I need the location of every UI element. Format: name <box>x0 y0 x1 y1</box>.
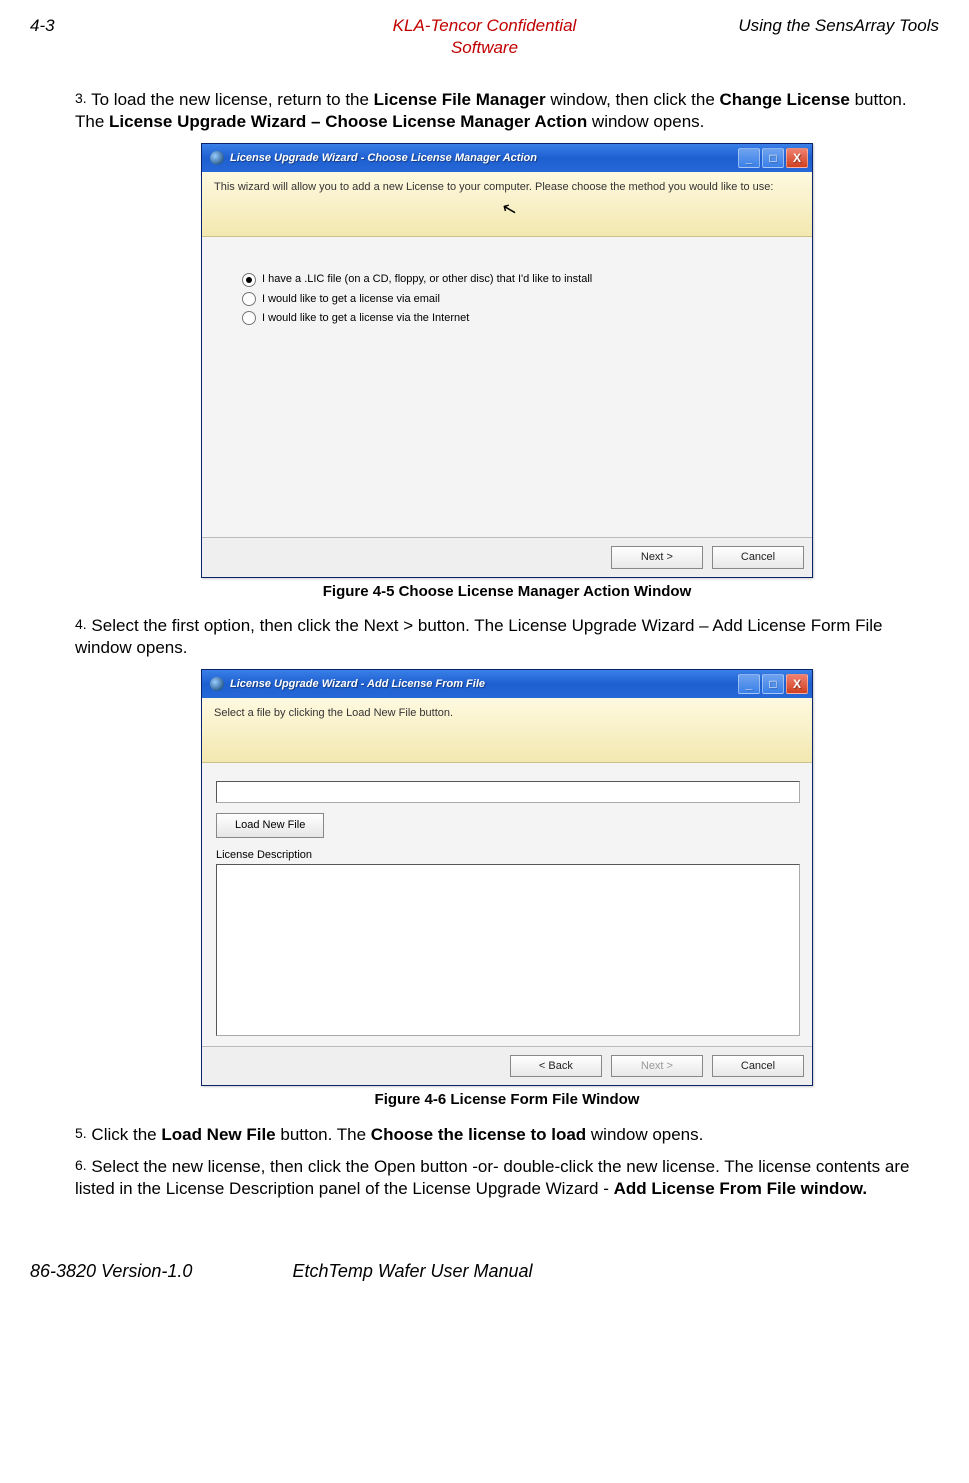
cancel-button[interactable]: Cancel <box>712 1055 804 1077</box>
header-center-1: KLA-Tencor Confidential <box>393 16 577 35</box>
banner-text: This wizard will allow you to add a new … <box>214 181 773 193</box>
titlebar[interactable]: License Upgrade Wizard - Add License Fro… <box>202 670 812 698</box>
step-5: 5. Click the Load New File button. The C… <box>75 1124 939 1146</box>
wizard-body: Load New File License Description <box>202 763 812 1046</box>
option-lic-file[interactable]: I have a .LIC file (on a CD, floppy, or … <box>242 272 772 286</box>
footer-center: EtchTemp Wafer User Manual <box>292 1260 532 1283</box>
radio-icon[interactable] <box>242 311 256 325</box>
load-new-file-button[interactable]: Load New File <box>216 813 324 837</box>
figure-4-5-caption: Figure 4-5 Choose License Manager Action… <box>75 582 939 602</box>
step-6-num: 6. <box>75 1157 87 1173</box>
radio-icon[interactable] <box>242 273 256 287</box>
minimize-button[interactable]: _ <box>738 148 760 168</box>
header-center: KLA-Tencor Confidential Software <box>333 15 636 59</box>
app-icon <box>210 677 224 691</box>
back-button[interactable]: < Back <box>510 1055 602 1077</box>
cancel-button[interactable]: Cancel <box>712 546 804 568</box>
step-3-text: To load the new license, return to the L… <box>75 90 907 131</box>
t: Click the <box>91 1125 161 1144</box>
footer-left: 86-3820 Version-1.0 <box>30 1260 192 1283</box>
radio-icon[interactable] <box>242 292 256 306</box>
t: window opens. <box>586 1125 703 1144</box>
step-3-num: 3. <box>75 90 87 106</box>
t: Choose the license to load <box>371 1125 586 1144</box>
page-footer: 86-3820 Version-1.0 EtchTemp Wafer User … <box>30 1260 939 1283</box>
header-center-2: Software <box>451 38 518 57</box>
window-title: License Upgrade Wizard - Add License Fro… <box>230 677 738 691</box>
dialog-choose-action: License Upgrade Wizard - Choose License … <box>201 143 813 577</box>
wizard-banner: This wizard will allow you to add a new … <box>202 172 812 237</box>
maximize-button[interactable]: □ <box>762 148 784 168</box>
license-description-label: License Description <box>216 848 798 862</box>
figure-4-6-caption: Figure 4-6 License Form File Window <box>75 1090 939 1110</box>
next-button[interactable]: Next > <box>611 546 703 568</box>
step-4-text: Select the first option, then click the … <box>75 616 883 657</box>
cursor-icon: ↖ <box>499 197 520 224</box>
maximize-button[interactable]: □ <box>762 674 784 694</box>
step-6-text: Select the new license, then click the O… <box>75 1157 909 1198</box>
step-6: 6. Select the new license, then click th… <box>75 1156 939 1200</box>
step-5-num: 5. <box>75 1125 87 1141</box>
window-title: License Upgrade Wizard - Choose License … <box>230 151 738 165</box>
option-internet[interactable]: I would like to get a license via the In… <box>242 311 772 325</box>
step-4-num: 4. <box>75 616 87 632</box>
t: window, then click the <box>546 90 720 109</box>
option-email[interactable]: I would like to get a license via email <box>242 292 772 306</box>
t: To load the new license, return to the <box>91 90 374 109</box>
option-label: I would like to get a license via the In… <box>262 311 469 325</box>
header-right: Using the SensArray Tools <box>636 15 939 37</box>
t: License Upgrade Wizard – Choose License … <box>109 112 587 131</box>
page-header: 4-3 KLA-Tencor Confidential Software Usi… <box>30 15 939 59</box>
button-bar: Next > Cancel <box>202 537 812 576</box>
option-label: I would like to get a license via email <box>262 292 440 306</box>
banner-text: Select a file by clicking the Load New F… <box>214 707 453 719</box>
close-button[interactable]: X <box>786 148 808 168</box>
button-bar: < Back Next > Cancel <box>202 1046 812 1085</box>
t: button. The <box>276 1125 371 1144</box>
file-path-field[interactable] <box>216 781 800 803</box>
option-label: I have a .LIC file (on a CD, floppy, or … <box>262 272 592 286</box>
t: window opens. <box>587 112 704 131</box>
titlebar[interactable]: License Upgrade Wizard - Choose License … <box>202 144 812 172</box>
next-button[interactable]: Next > <box>611 1055 703 1077</box>
minimize-button[interactable]: _ <box>738 674 760 694</box>
wizard-banner: Select a file by clicking the Load New F… <box>202 698 812 763</box>
t: Change License <box>720 90 850 109</box>
close-button[interactable]: X <box>786 674 808 694</box>
step-3: 3. To load the new license, return to th… <box>75 89 939 133</box>
wizard-body: I have a .LIC file (on a CD, floppy, or … <box>202 237 812 537</box>
license-description-box[interactable] <box>216 864 800 1036</box>
app-icon <box>210 151 224 165</box>
dialog-add-from-file: License Upgrade Wizard - Add License Fro… <box>201 669 813 1086</box>
t: Load New File <box>161 1125 275 1144</box>
t: License File Manager <box>374 90 546 109</box>
t: Add License From File window. <box>614 1179 867 1198</box>
step-5-text: Click the Load New File button. The Choo… <box>91 1125 703 1144</box>
step-4: 4. Select the first option, then click t… <box>75 615 939 659</box>
header-left: 4-3 <box>30 15 333 37</box>
